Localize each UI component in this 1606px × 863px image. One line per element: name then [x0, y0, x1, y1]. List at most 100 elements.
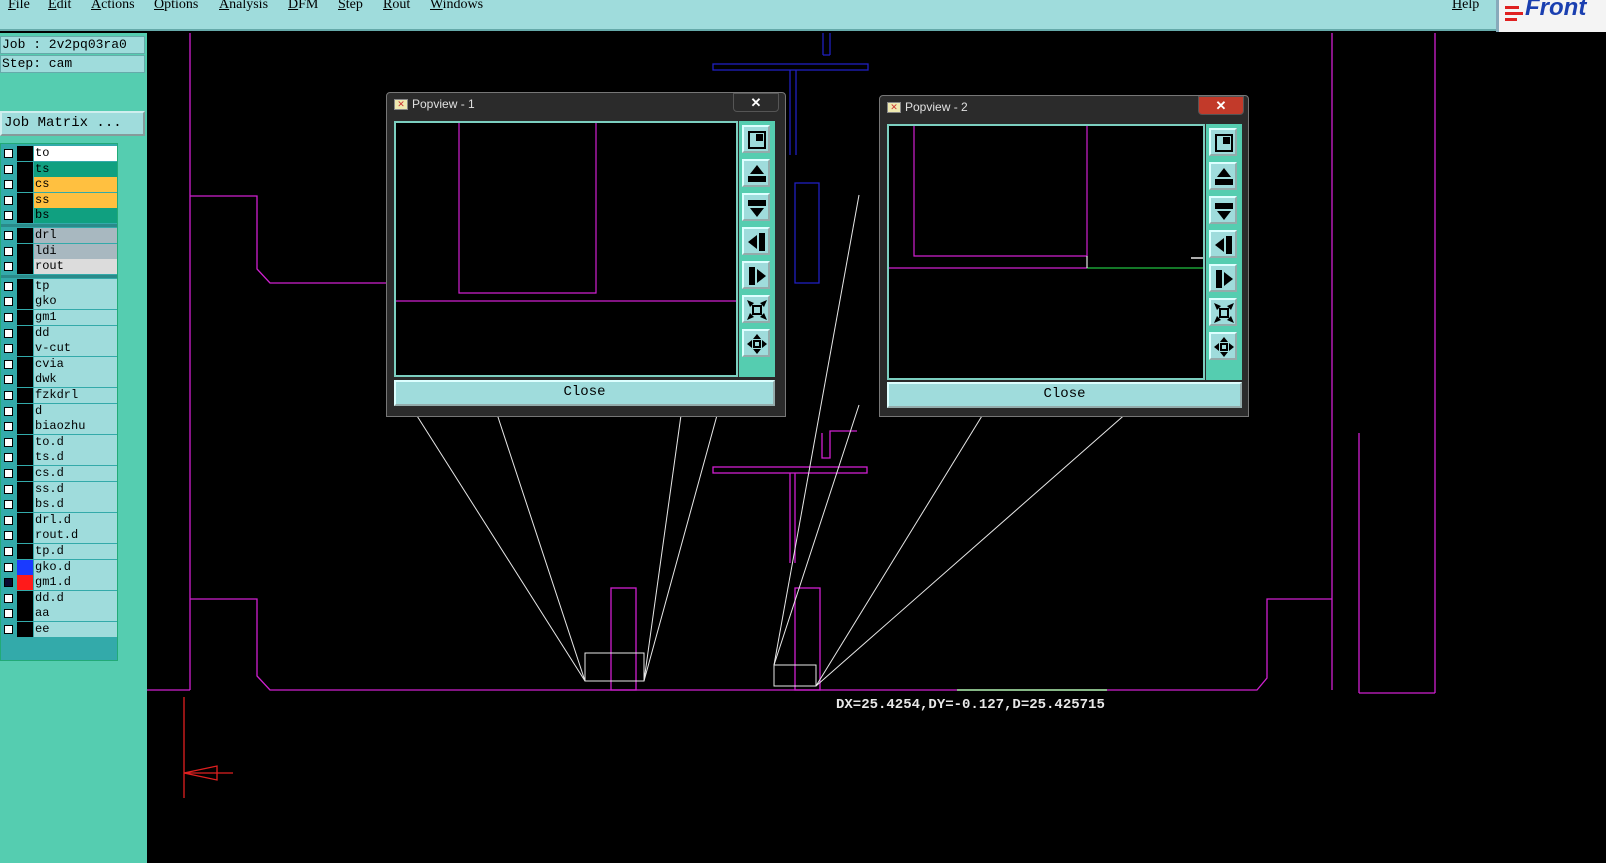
layer-name[interactable]: tp.d — [34, 544, 117, 559]
layer-row-biaozhu[interactable]: biaozhu — [1, 419, 117, 435]
menu-step[interactable]: Step — [338, 0, 363, 13]
layer-checkbox[interactable] — [4, 246, 13, 256]
layer-checkbox[interactable] — [4, 297, 13, 307]
layer-row-ee[interactable]: ee — [1, 622, 117, 637]
layer-checkbox[interactable] — [4, 593, 13, 603]
pan-down-button[interactable] — [742, 193, 770, 221]
layer-color-swatch[interactable] — [17, 512, 33, 528]
menu-analysis[interactable]: Analysis — [219, 0, 268, 13]
layer-checkbox[interactable] — [4, 469, 13, 478]
layer-color-swatch[interactable] — [17, 544, 33, 559]
layer-color-swatch[interactable] — [17, 606, 33, 622]
layer-name[interactable]: bs.d — [34, 497, 117, 513]
layer-checkbox[interactable] — [4, 578, 13, 588]
popview-2-close-button[interactable]: Close — [887, 382, 1242, 408]
layer-checkbox[interactable] — [4, 515, 13, 525]
pan-left-button[interactable] — [1209, 230, 1237, 258]
popview-1-viewport[interactable] — [394, 121, 738, 377]
pan-left-button[interactable] — [742, 227, 770, 255]
layer-name[interactable]: bs — [34, 208, 117, 224]
layer-checkbox[interactable] — [4, 625, 13, 634]
zoom-home-button[interactable] — [742, 125, 770, 153]
close-icon[interactable]: ✕ — [1198, 96, 1244, 115]
layer-color-swatch[interactable] — [17, 325, 33, 341]
layer-name[interactable]: dd — [34, 325, 117, 341]
layer-name[interactable]: cvia — [34, 356, 117, 372]
layer-name[interactable]: rout.d — [34, 528, 117, 544]
layer-color-swatch[interactable] — [17, 161, 33, 177]
graphic-canvas[interactable] — [147, 33, 1606, 863]
layer-checkbox[interactable] — [4, 547, 13, 556]
layer-checkbox[interactable] — [4, 391, 13, 400]
layer-color-swatch[interactable] — [17, 575, 33, 591]
layer-row-bs.d[interactable]: bs.d — [1, 497, 117, 513]
layer-color-swatch[interactable] — [17, 310, 33, 325]
zoom-home-button[interactable] — [1209, 128, 1237, 156]
layer-color-swatch[interactable] — [17, 481, 33, 497]
layer-checkbox[interactable] — [4, 344, 13, 354]
menu-dfm[interactable]: DFM — [288, 0, 318, 13]
layer-color-swatch[interactable] — [17, 466, 33, 481]
layer-name[interactable]: d — [34, 403, 117, 419]
layer-name[interactable]: fzkdrl — [34, 388, 117, 403]
layer-row-cs[interactable]: cs — [1, 177, 117, 193]
layer-checkbox[interactable] — [4, 281, 13, 291]
layer-name[interactable]: biaozhu — [34, 419, 117, 435]
layer-color-swatch[interactable] — [17, 497, 33, 513]
layer-row-ldi[interactable]: ldi — [1, 243, 117, 259]
layer-checkbox[interactable] — [4, 231, 13, 240]
layer-checkbox[interactable] — [4, 149, 13, 158]
layer-row-bs[interactable]: bs — [1, 208, 117, 224]
layer-checkbox[interactable] — [4, 453, 13, 463]
layer-color-swatch[interactable] — [17, 146, 33, 161]
layer-checkbox[interactable] — [4, 375, 13, 385]
layer-row-rout[interactable]: rout — [1, 259, 117, 275]
layer-row-dd.d[interactable]: dd.d — [1, 590, 117, 606]
layer-color-swatch[interactable] — [17, 434, 33, 450]
layer-name[interactable]: ss — [34, 192, 117, 208]
pan-up-button[interactable] — [1209, 162, 1237, 190]
zoom-out-button[interactable] — [1209, 332, 1237, 360]
layer-row-drl[interactable]: drl — [1, 228, 117, 243]
layer-row-aa[interactable]: aa — [1, 606, 117, 622]
layer-color-swatch[interactable] — [17, 228, 33, 243]
layer-checkbox[interactable] — [4, 484, 13, 494]
layer-row-d[interactable]: d — [1, 403, 117, 419]
layer-name[interactable]: to.d — [34, 434, 117, 450]
layer-row-ss[interactable]: ss — [1, 192, 117, 208]
layer-row-to.d[interactable]: to.d — [1, 434, 117, 450]
layer-color-swatch[interactable] — [17, 278, 33, 294]
layer-color-swatch[interactable] — [17, 192, 33, 208]
layer-row-tp.d[interactable]: tp.d — [1, 544, 117, 559]
layer-name[interactable]: ts.d — [34, 450, 117, 466]
pan-right-button[interactable] — [742, 261, 770, 289]
layer-color-swatch[interactable] — [17, 356, 33, 372]
layer-name[interactable]: ss.d — [34, 481, 117, 497]
layer-row-ts.d[interactable]: ts.d — [1, 450, 117, 466]
layer-checkbox[interactable] — [4, 164, 13, 174]
layer-color-swatch[interactable] — [17, 622, 33, 637]
layer-checkbox[interactable] — [4, 359, 13, 369]
layer-checkbox[interactable] — [4, 328, 13, 338]
popview-1-close-button[interactable]: Close — [394, 380, 775, 406]
layer-name[interactable]: to — [34, 146, 117, 161]
layer-name[interactable]: v-cut — [34, 341, 117, 357]
layer-name[interactable]: cs — [34, 177, 117, 193]
layer-color-swatch[interactable] — [17, 372, 33, 388]
layer-name[interactable]: aa — [34, 606, 117, 622]
pan-up-button[interactable] — [742, 159, 770, 187]
popview-2-viewport[interactable] — [887, 124, 1205, 380]
layer-checkbox[interactable] — [4, 195, 13, 205]
layer-color-swatch[interactable] — [17, 341, 33, 357]
layer-color-swatch[interactable] — [17, 388, 33, 403]
layer-color-swatch[interactable] — [17, 590, 33, 606]
zoom-in-button[interactable] — [1209, 298, 1237, 326]
layer-color-swatch[interactable] — [17, 259, 33, 275]
menu-actions[interactable]: Actions — [91, 0, 135, 13]
layer-checkbox[interactable] — [4, 609, 13, 619]
layer-row-gko.d[interactable]: gko.d — [1, 559, 117, 575]
job-matrix-button[interactable]: Job Matrix ... — [0, 111, 145, 136]
menu-options[interactable]: Options — [154, 0, 198, 13]
layer-checkbox[interactable] — [4, 211, 13, 221]
layer-name[interactable]: gm1.d — [34, 575, 117, 591]
